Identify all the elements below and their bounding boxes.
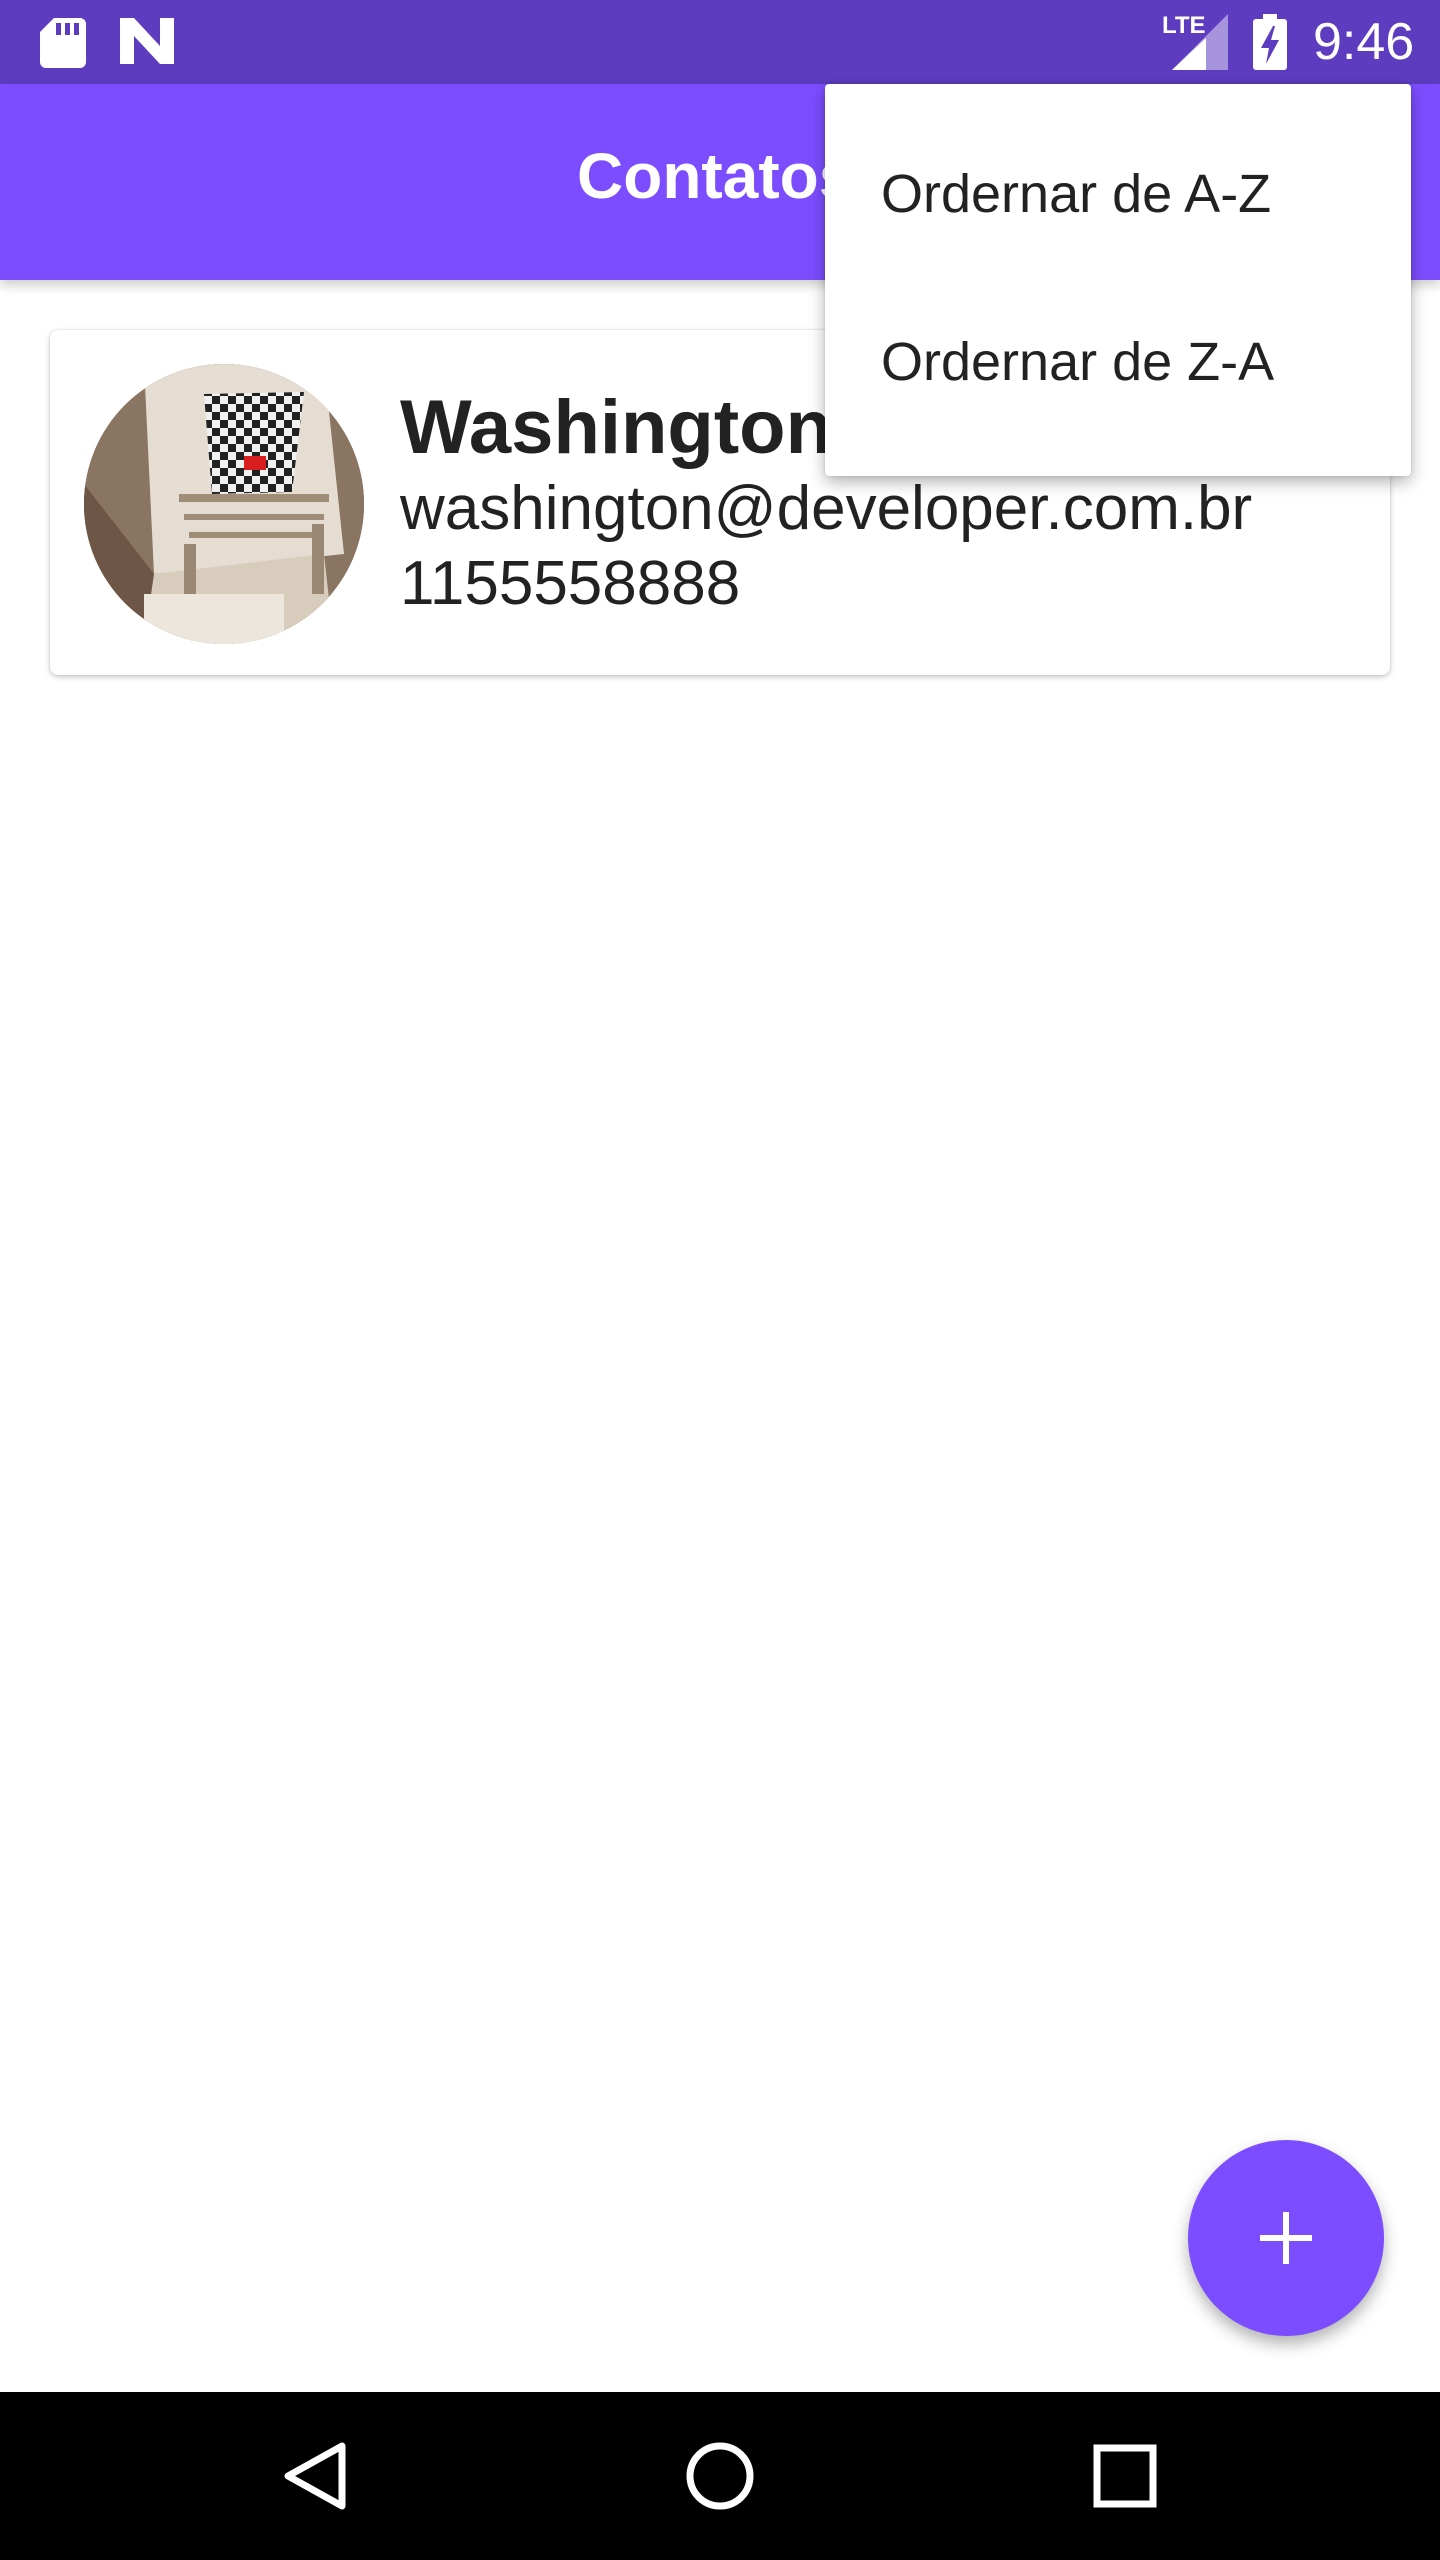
contact-email: washington@developer.com.br xyxy=(400,474,1253,543)
back-icon[interactable] xyxy=(250,2392,390,2560)
home-icon[interactable] xyxy=(650,2392,790,2560)
clock: 9:46 xyxy=(1313,13,1415,71)
navigation-bar xyxy=(0,2392,1440,2560)
contact-avatar xyxy=(84,364,364,644)
contact-phone: 1155558888 xyxy=(400,549,741,618)
status-bar: LTE 9:46 xyxy=(0,0,1440,84)
menu-item-sort-az[interactable]: Ordernar de A-Z xyxy=(825,110,1411,278)
sd-card-icon xyxy=(40,18,86,68)
recents-icon[interactable] xyxy=(1055,2392,1195,2560)
signal-icon xyxy=(1172,14,1228,70)
app-title: Contatos xyxy=(577,140,855,212)
avatar-photo xyxy=(84,364,364,644)
n-logo-icon xyxy=(120,18,174,64)
battery-charging-icon xyxy=(1253,14,1287,70)
add-contact-button[interactable] xyxy=(1188,2140,1384,2336)
plus-icon xyxy=(1260,2212,1312,2264)
menu-item-sort-za[interactable]: Ordernar de Z-A xyxy=(825,278,1411,446)
contact-name: Washington xyxy=(400,385,832,470)
overflow-menu: Ordernar de A-Z Ordernar de Z-A xyxy=(825,84,1411,476)
